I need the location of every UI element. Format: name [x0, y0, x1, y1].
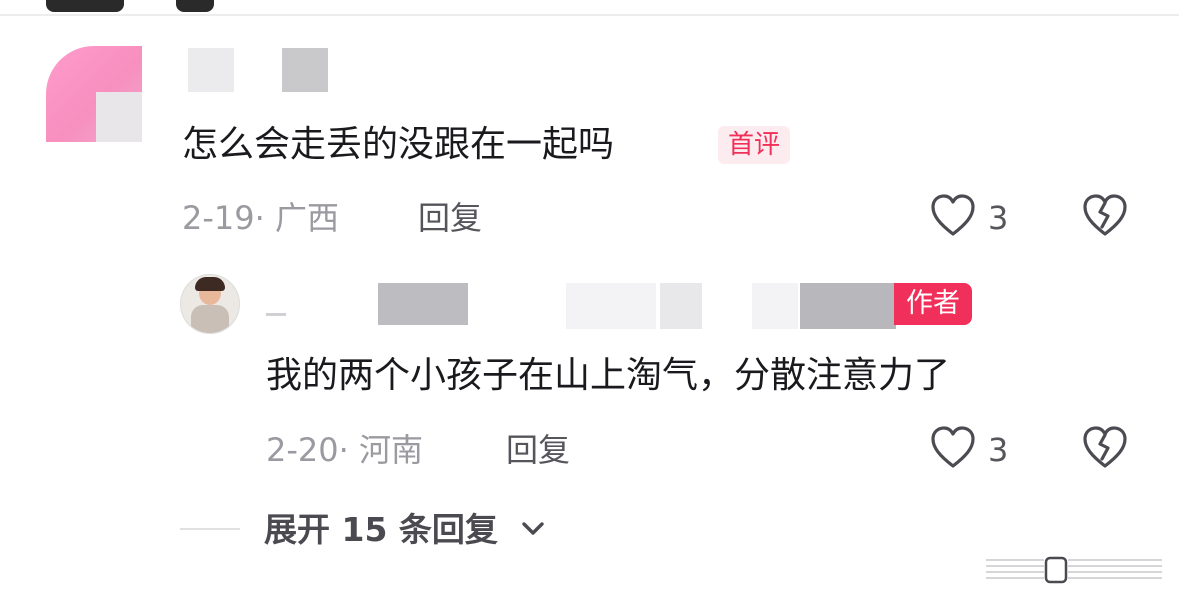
username-redacted[interactable]	[282, 48, 328, 92]
author-badge: 作者	[894, 283, 972, 325]
chevron-down-icon[interactable]	[520, 518, 546, 544]
top-divider	[0, 14, 1179, 16]
broken-heart-icon	[1083, 426, 1127, 468]
heart-outline-icon	[931, 426, 975, 468]
like-count: 3	[988, 199, 1009, 237]
comment-text: 怎么会走丢的没跟在一起吗	[182, 124, 615, 165]
username-redacted[interactable]	[378, 283, 468, 325]
avatar[interactable]	[180, 274, 240, 334]
first-comment-badge: 首评	[718, 126, 791, 164]
username-redacted[interactable]	[566, 283, 656, 329]
heart-outline-icon	[931, 194, 975, 236]
expand-replies-button[interactable]: 展开 15 条回复	[264, 508, 498, 552]
cropped-top-element	[176, 0, 214, 12]
comment-date-location: 2-19· 广西	[182, 199, 339, 237]
reply-button[interactable]: 回复	[418, 196, 482, 240]
cropped-top-element	[46, 0, 124, 12]
like-button[interactable]	[930, 194, 976, 238]
watermark	[984, 556, 1166, 584]
reply-button[interactable]: 回复	[506, 428, 570, 472]
reply-date-location: 2-20· 河南	[266, 431, 423, 469]
expand-divider	[180, 528, 240, 530]
reply-text: 我的两个小孩子在山上淘气，分散注意力了	[266, 355, 951, 396]
username-redacted	[266, 313, 286, 316]
username-redacted[interactable]	[800, 283, 896, 329]
broken-heart-icon	[1083, 194, 1127, 236]
username-redacted[interactable]	[752, 283, 798, 329]
username-redacted[interactable]	[188, 48, 234, 92]
username-redacted[interactable]	[660, 283, 702, 329]
dislike-button[interactable]	[1082, 426, 1128, 470]
dislike-button[interactable]	[1082, 194, 1128, 238]
like-count: 3	[988, 431, 1009, 469]
like-button[interactable]	[930, 426, 976, 470]
avatar[interactable]	[46, 46, 142, 142]
